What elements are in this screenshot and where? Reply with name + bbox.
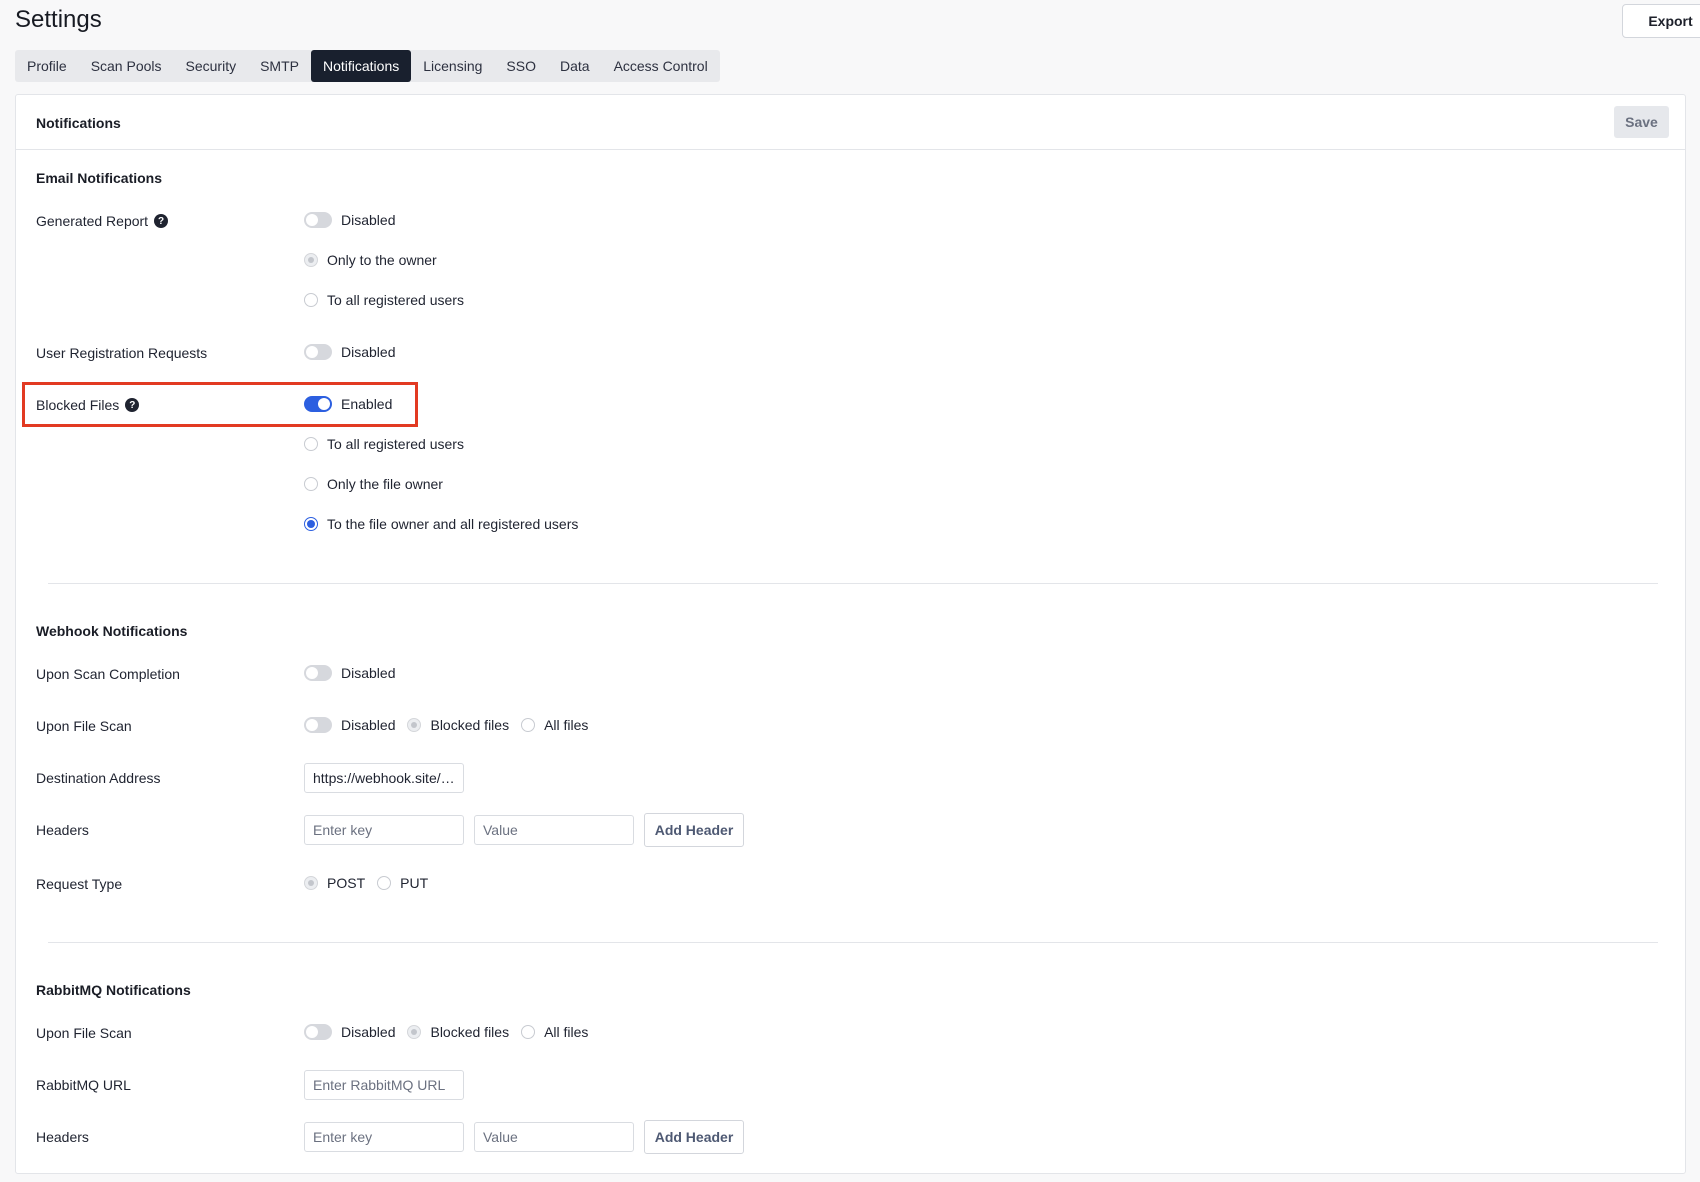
card-header: Notifications Save xyxy=(16,95,1685,150)
webhook-file-scan-toggle[interactable] xyxy=(304,717,332,733)
export-button[interactable]: Export xyxy=(1622,4,1700,38)
add-header-button[interactable]: Add Header xyxy=(644,1120,744,1154)
radio-button[interactable] xyxy=(377,876,392,890)
scan-completion-label: Upon Scan Completion xyxy=(36,666,180,682)
page-title: Settings xyxy=(15,6,102,33)
notifications-card: Notifications Save Email Notifications G… xyxy=(15,94,1686,1174)
tab-scan-pools[interactable]: Scan Pools xyxy=(79,50,174,82)
toggle-state-text: Disabled xyxy=(341,344,396,360)
radio-button[interactable] xyxy=(407,1025,422,1039)
tab-profile[interactable]: Profile xyxy=(15,50,79,82)
header-key-input[interactable] xyxy=(304,815,464,845)
help-icon[interactable]: ? xyxy=(154,214,169,228)
rabbitmq-file-scan-toggle[interactable] xyxy=(304,1024,332,1040)
generated-report-toggle[interactable] xyxy=(304,212,332,228)
radio-label: All files xyxy=(544,1024,589,1040)
radio-button[interactable] xyxy=(407,718,422,732)
user-registration-toggle[interactable] xyxy=(304,344,332,360)
add-header-button[interactable]: Add Header xyxy=(644,813,744,847)
highlight-box xyxy=(22,382,418,427)
webhook-file-scan-controls: Disabled Blocked files All files xyxy=(304,717,588,733)
save-button[interactable]: Save xyxy=(1614,106,1669,138)
tab-notifications[interactable]: Notifications xyxy=(310,50,412,82)
rabbitmq-url-input[interactable] xyxy=(304,1070,464,1100)
radio-button[interactable] xyxy=(304,437,318,451)
tab-sso[interactable]: SSO xyxy=(494,50,548,82)
tab-data[interactable]: Data xyxy=(548,50,602,82)
section-divider xyxy=(48,583,1658,584)
radio-option[interactable]: Only to the owner xyxy=(304,252,437,268)
radio-label: Blocked files xyxy=(430,717,510,733)
destination-address-input[interactable]: https://webhook.site/… xyxy=(304,763,464,793)
webhook-section-title: Webhook Notifications xyxy=(36,623,188,639)
user-registration-label: User Registration Requests xyxy=(36,345,208,361)
radio-label: POST xyxy=(327,875,366,891)
rabbitmq-headers-label: Headers xyxy=(36,1129,89,1145)
header-value-input[interactable] xyxy=(474,1122,634,1152)
generated-report-toggle-row: Disabled xyxy=(304,212,395,228)
settings-tabs: Profile Scan Pools Security SMTP Notific… xyxy=(15,50,720,82)
generated-report-text: Generated Report xyxy=(36,213,149,229)
radio-label: Only the file owner xyxy=(327,476,443,492)
radio-button[interactable] xyxy=(304,477,318,491)
rabbitmq-section-title: RabbitMQ Notifications xyxy=(36,982,191,998)
request-type-label: Request Type xyxy=(36,876,123,892)
toggle-state-text: Disabled xyxy=(341,1024,396,1040)
header-key-input[interactable] xyxy=(304,1122,464,1152)
rabbitmq-file-scan-controls: Disabled Blocked files All files xyxy=(304,1024,588,1040)
header-value-input[interactable] xyxy=(474,815,634,845)
tab-security[interactable]: Security xyxy=(174,50,249,82)
rabbitmq-url-label: RabbitMQ URL xyxy=(36,1077,131,1093)
scan-completion-toggle[interactable] xyxy=(304,665,332,681)
request-type-options: POST PUT xyxy=(304,875,428,891)
radio-label: All files xyxy=(544,717,589,733)
toggle-state-text: Disabled xyxy=(341,717,396,733)
card-title: Notifications xyxy=(36,115,121,131)
tab-licensing[interactable]: Licensing xyxy=(411,50,494,82)
radio-option[interactable]: To the file owner and all registered use… xyxy=(304,516,578,532)
radio-button[interactable] xyxy=(304,517,318,531)
generated-report-label: Generated Report ? xyxy=(36,213,169,229)
radio-label: Only to the owner xyxy=(327,252,437,268)
radio-button[interactable] xyxy=(521,718,536,732)
user-registration-toggle-row: Disabled xyxy=(304,344,395,360)
toggle-state-text: Disabled xyxy=(341,665,396,681)
radio-label: PUT xyxy=(400,875,429,891)
radio-label: To all registered users xyxy=(327,436,464,452)
radio-label: To all registered users xyxy=(327,292,464,308)
email-section-title: Email Notifications xyxy=(36,170,163,186)
toggle-state-text: Disabled xyxy=(341,212,396,228)
radio-option[interactable]: To all registered users xyxy=(304,436,464,452)
webhook-headers-label: Headers xyxy=(36,822,89,838)
scan-completion-toggle-row: Disabled xyxy=(304,665,395,681)
section-divider xyxy=(48,942,1658,943)
radio-label: To the file owner and all registered use… xyxy=(327,516,579,532)
radio-button[interactable] xyxy=(521,1025,536,1039)
tab-access-control[interactable]: Access Control xyxy=(602,50,720,82)
radio-label: Blocked files xyxy=(430,1024,510,1040)
tab-smtp[interactable]: SMTP xyxy=(248,50,311,82)
radio-button[interactable] xyxy=(304,876,318,890)
rabbitmq-file-scan-label: Upon File Scan xyxy=(36,1025,132,1041)
radio-option[interactable]: Only the file owner xyxy=(304,476,443,492)
webhook-file-scan-label: Upon File Scan xyxy=(36,718,132,734)
destination-address-label: Destination Address xyxy=(36,770,161,786)
radio-option[interactable]: To all registered users xyxy=(304,292,464,308)
radio-button[interactable] xyxy=(304,253,318,267)
radio-button[interactable] xyxy=(304,293,318,307)
